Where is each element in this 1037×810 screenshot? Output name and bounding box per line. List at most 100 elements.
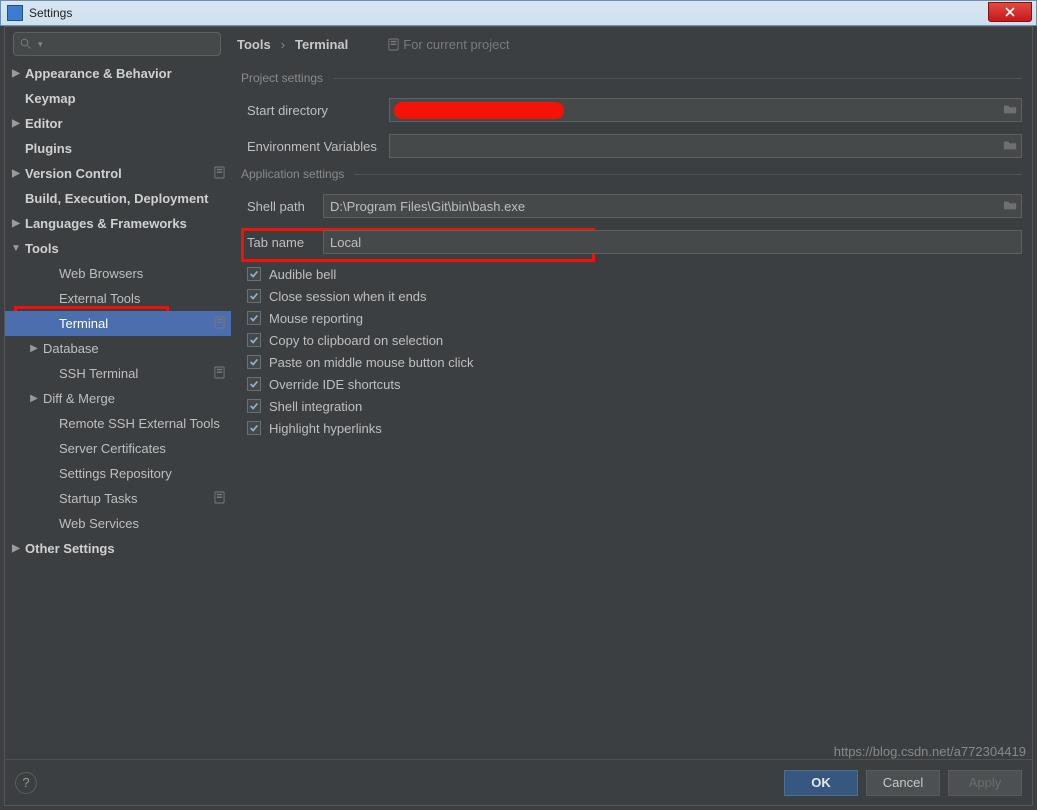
sidebar-item[interactable]: Plugins: [5, 136, 231, 161]
sidebar-item-label: Settings Repository: [59, 466, 172, 481]
sidebar: ▶Appearance & BehaviorKeymap▶EditorPlugi…: [5, 61, 231, 759]
breadcrumb-root[interactable]: Tools: [237, 37, 271, 52]
sidebar-item[interactable]: SSH Terminal: [5, 361, 231, 386]
sidebar-item[interactable]: ▶Languages & Frameworks: [5, 211, 231, 236]
breadcrumb-leaf: Terminal: [295, 37, 348, 52]
checkbox-row: Copy to clipboard on selection: [241, 329, 1022, 351]
sidebar-item-label: External Tools: [59, 291, 140, 306]
checkbox-row: Override IDE shortcuts: [241, 373, 1022, 395]
sidebar-item[interactable]: Web Browsers: [5, 261, 231, 286]
checkbox[interactable]: [247, 333, 261, 347]
project-icon: [388, 38, 399, 51]
browse-icon[interactable]: [1003, 103, 1017, 118]
checkbox-label: Highlight hyperlinks: [269, 421, 382, 436]
sidebar-item-label: SSH Terminal: [59, 366, 138, 381]
checkbox-row: Close session when it ends: [241, 285, 1022, 307]
sidebar-item-label: Server Certificates: [59, 441, 166, 456]
checkbox-label: Paste on middle mouse button click: [269, 355, 474, 370]
expand-arrow-icon: ▶: [11, 218, 21, 229]
checkbox-row: Highlight hyperlinks: [241, 417, 1022, 439]
sidebar-item-label: Tools: [25, 241, 59, 256]
help-button[interactable]: ?: [15, 772, 37, 794]
tab-name-label: Tab name: [241, 235, 323, 250]
sidebar-item[interactable]: Server Certificates: [5, 436, 231, 461]
breadcrumb-sep: ›: [281, 37, 285, 52]
section-project: Project settings: [241, 71, 1022, 85]
checkbox[interactable]: [247, 311, 261, 325]
sidebar-item-label: Keymap: [25, 91, 76, 106]
tab-name-input[interactable]: Local: [323, 230, 1022, 254]
checkbox[interactable]: [247, 289, 261, 303]
redacted-value: [394, 102, 564, 119]
sidebar-item-label: Diff & Merge: [43, 391, 115, 406]
browse-icon[interactable]: [1003, 139, 1017, 154]
title-bar: Settings: [0, 0, 1037, 26]
expand-arrow-icon: ▶: [11, 168, 21, 179]
window-title: Settings: [29, 6, 72, 20]
env-vars-label: Environment Variables: [241, 139, 389, 154]
checkbox-row: Audible bell: [241, 263, 1022, 285]
scope-label: For current project: [388, 37, 509, 52]
sidebar-item[interactable]: ▶ Appearance & Behavior: [5, 61, 231, 86]
content-panel: Project settings Start directory Environ…: [231, 61, 1032, 759]
watermark: https://blog.csdn.net/a772304419: [834, 744, 1026, 759]
sidebar-item-label: Editor: [25, 116, 63, 131]
project-scope-icon: [214, 366, 225, 382]
sidebar-item[interactable]: Build, Execution, Deployment: [5, 186, 231, 211]
sidebar-item-label: Appearance & Behavior: [25, 66, 172, 81]
checkbox[interactable]: [247, 377, 261, 391]
sidebar-item[interactable]: Settings Repository: [5, 461, 231, 486]
checkbox[interactable]: [247, 355, 261, 369]
sidebar-item[interactable]: ▶Version Control: [5, 161, 231, 186]
project-scope-icon: [214, 316, 225, 332]
apply-button[interactable]: Apply: [948, 770, 1022, 796]
sidebar-item-label: Web Services: [59, 516, 139, 531]
sidebar-item-label: Build, Execution, Deployment: [25, 191, 208, 206]
shell-path-input[interactable]: D:\Program Files\Git\bin\bash.exe: [323, 194, 1022, 218]
close-button[interactable]: [988, 2, 1032, 22]
sidebar-item-label: Terminal: [59, 316, 108, 331]
expand-arrow-icon: ▶: [11, 543, 21, 554]
sidebar-item-label: Web Browsers: [59, 266, 143, 281]
ok-button[interactable]: OK: [784, 770, 858, 796]
project-scope-icon: [214, 491, 225, 507]
start-dir-label: Start directory: [241, 103, 389, 118]
sidebar-item-label: Database: [43, 341, 99, 356]
sidebar-item[interactable]: ▶ Other Settings: [5, 536, 231, 561]
sidebar-item[interactable]: ▼Tools: [5, 236, 231, 261]
sidebar-item[interactable]: External Tools: [5, 286, 231, 311]
start-dir-input[interactable]: [389, 98, 1022, 122]
expand-arrow-icon: ▶: [29, 393, 39, 404]
checkbox-row: Paste on middle mouse button click: [241, 351, 1022, 373]
cancel-button[interactable]: Cancel: [866, 770, 940, 796]
checkbox-label: Shell integration: [269, 399, 362, 414]
sidebar-item[interactable]: Keymap: [5, 86, 231, 111]
checkbox-label: Audible bell: [269, 267, 336, 282]
app-icon: [7, 5, 23, 21]
sidebar-item[interactable]: ▶ Diff & Merge: [5, 386, 231, 411]
env-vars-input[interactable]: [389, 134, 1022, 158]
sidebar-item[interactable]: ▶Editor: [5, 111, 231, 136]
breadcrumb: Tools › Terminal For current project: [237, 37, 509, 52]
sidebar-item[interactable]: Startup Tasks: [5, 486, 231, 511]
expand-arrow-icon: ▶: [11, 68, 21, 79]
checkbox[interactable]: [247, 267, 261, 281]
checkbox-row: Mouse reporting: [241, 307, 1022, 329]
expand-arrow-icon: ▶: [29, 343, 39, 354]
search-icon: [20, 38, 32, 50]
sidebar-item[interactable]: Remote SSH External Tools: [5, 411, 231, 436]
checkbox-label: Close session when it ends: [269, 289, 427, 304]
checkbox[interactable]: [247, 399, 261, 413]
sidebar-item[interactable]: ▶ Database: [5, 336, 231, 361]
checkbox[interactable]: [247, 421, 261, 435]
sidebar-item-label: Plugins: [25, 141, 72, 156]
shell-path-label: Shell path: [241, 199, 323, 214]
sidebar-item[interactable]: Web Services: [5, 511, 231, 536]
checkbox-label: Override IDE shortcuts: [269, 377, 401, 392]
footer: ? OK Cancel Apply: [5, 759, 1032, 805]
sidebar-item[interactable]: Terminal: [5, 311, 231, 336]
search-input[interactable]: ▾: [13, 32, 221, 56]
sidebar-item-label: Other Settings: [25, 541, 115, 556]
toolbar: ▾ Tools › Terminal For current project: [5, 27, 1032, 61]
browse-icon[interactable]: [1003, 199, 1017, 214]
